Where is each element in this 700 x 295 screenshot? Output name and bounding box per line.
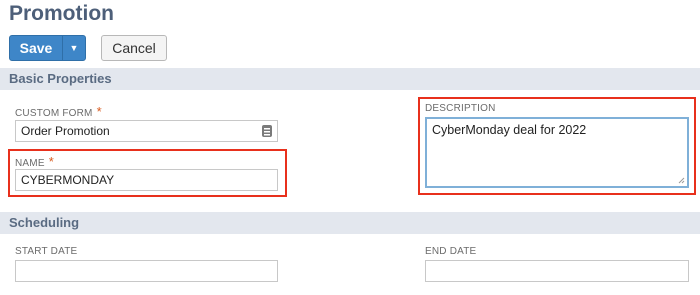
custom-form-value: Order Promotion xyxy=(21,124,110,138)
save-button-group[interactable]: Save ▼ xyxy=(9,35,86,61)
cancel-button[interactable]: Cancel xyxy=(101,35,167,61)
end-date-label: END DATE xyxy=(425,246,477,257)
start-date-label: START DATE xyxy=(15,246,78,257)
description-field-highlight xyxy=(418,97,696,195)
section-header-basic-properties[interactable]: Basic Properties xyxy=(0,68,700,90)
custom-form-label: CUSTOM FORM * xyxy=(15,104,102,119)
start-date-input[interactable] xyxy=(15,260,278,282)
end-date-input[interactable] xyxy=(425,260,689,282)
section-header-scheduling[interactable]: Scheduling xyxy=(0,212,700,234)
required-marker: * xyxy=(96,104,102,119)
page-title: Promotion xyxy=(9,2,114,25)
custom-form-select[interactable]: Order Promotion xyxy=(15,120,278,142)
chevron-down-icon: ▼ xyxy=(69,43,79,53)
list-select-icon[interactable] xyxy=(261,124,273,138)
name-field-highlight xyxy=(8,149,287,197)
save-dropdown-button[interactable]: ▼ xyxy=(63,36,85,60)
save-button[interactable]: Save xyxy=(10,36,63,60)
